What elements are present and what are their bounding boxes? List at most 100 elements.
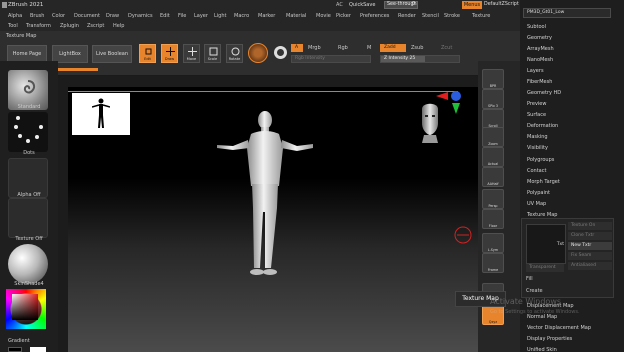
menu-texture[interactable]: Texture (472, 13, 490, 19)
menu-material[interactable]: Material (286, 13, 306, 19)
menu-preferences[interactable]: Preferences (360, 13, 389, 19)
palette-layers[interactable]: Layers (527, 68, 544, 74)
menu-layer[interactable]: Layer (194, 13, 208, 19)
menu-color[interactable]: Color (52, 13, 65, 19)
palette-arraymesh[interactable]: ArrayMesh (527, 46, 554, 52)
main-color-swatch[interactable] (30, 347, 46, 352)
tray-actual-button[interactable]: Actual (482, 147, 504, 167)
menu-help[interactable]: Help (113, 23, 124, 29)
palette-subtool[interactable]: Subtool (527, 24, 546, 30)
palette-contact[interactable]: Contact (527, 168, 546, 174)
transparent-button[interactable]: Transparent (526, 264, 564, 272)
palette-texture-map[interactable]: Texture Map (527, 212, 557, 218)
menu-file[interactable]: File (178, 13, 186, 19)
menu-draw[interactable]: Draw (106, 13, 119, 19)
edit-button[interactable]: Edit (139, 44, 156, 63)
menus-button[interactable]: Menus (462, 1, 482, 9)
zbrush-logo-icon (2, 2, 7, 8)
texture-thumbnail[interactable] (8, 198, 48, 238)
tray-scroll-button[interactable]: Scroll (482, 109, 504, 129)
menu-edit[interactable]: Edit (160, 13, 170, 19)
palette-unified-skin[interactable]: Unified Skin (527, 347, 557, 352)
palette-polygroups[interactable]: Polygroups (527, 157, 554, 163)
palette-vector-displacement-map[interactable]: Vector Displacement Map (527, 325, 591, 331)
new-texture-button[interactable]: New Txtr (568, 242, 612, 250)
draw-button[interactable]: Draw (161, 44, 178, 63)
mrgb-button[interactable]: Mrgb (308, 45, 321, 51)
menu-zscript[interactable]: Zscript (87, 23, 104, 29)
antialiased-button[interactable]: Antialiased (568, 262, 612, 270)
clone-texture-button[interactable]: Clone Txtr (568, 232, 612, 240)
rotate-button[interactable]: Rotate (226, 44, 243, 63)
menu-tool[interactable]: Tool (8, 23, 18, 29)
secondary-color-swatch[interactable] (8, 347, 22, 352)
tray-bpr-button[interactable]: BPR (482, 69, 504, 89)
move-button[interactable]: Move (183, 44, 200, 63)
axis-gizmo[interactable] (434, 88, 464, 118)
current-tool-field[interactable]: PM3D_Gt01_Low (523, 8, 611, 18)
see-through-slider[interactable]: See-through 0 (384, 1, 418, 9)
material-sphere-icon[interactable] (248, 43, 268, 63)
palette-display-properties[interactable]: Display Properties (527, 336, 572, 342)
texture-on-button[interactable]: Texture On (568, 222, 612, 230)
menu-light[interactable]: Light (214, 13, 226, 19)
edit-icon (145, 48, 152, 55)
default-zscript-button[interactable]: DefaultZScript (484, 2, 519, 7)
menu-transform[interactable]: Transform (26, 23, 51, 29)
mrgb-sphere-icon[interactable] (274, 46, 287, 59)
menu-picker[interactable]: Picker (336, 13, 351, 19)
palette-masking[interactable]: Masking (527, 134, 548, 140)
zsub-button[interactable]: Zsub (411, 45, 423, 51)
tray-spix-3-button[interactable]: SPix 3 (482, 89, 504, 109)
menu-render[interactable]: Render (398, 13, 416, 19)
dots-stroke-thumbnail[interactable] (8, 112, 48, 152)
tray-qxyz-button[interactable]: Qxyz (482, 305, 504, 325)
ac-label[interactable]: AC (336, 2, 343, 8)
menu-document[interactable]: Document (74, 13, 100, 19)
tray-frame-button[interactable]: Frame (482, 253, 504, 273)
palette-fibermesh[interactable]: FiberMesh (527, 79, 552, 85)
menu-alpha[interactable]: Alpha (8, 13, 22, 19)
palette-geometry[interactable]: Geometry (527, 35, 552, 41)
tray-persp-button[interactable]: Persp (482, 189, 504, 209)
palette-deformation[interactable]: Deformation (527, 123, 558, 129)
a-button[interactable]: A (291, 44, 303, 52)
menu-macro[interactable]: Macro (234, 13, 249, 19)
tray-floor-button[interactable]: Floor (482, 209, 504, 229)
zcut-button[interactable]: Zcut (441, 45, 452, 51)
palette-uv-map[interactable]: UV Map (527, 201, 546, 207)
rgb-intensity-slider[interactable]: Rgb Intensity (291, 55, 371, 63)
menu-dynamics[interactable]: Dynamics (128, 13, 153, 19)
palette-visibility[interactable]: Visibility (527, 145, 548, 151)
palette-preview[interactable]: Preview (527, 101, 546, 107)
tray-l-sym-button[interactable]: L.Sym (482, 233, 504, 253)
material-thumbnail[interactable] (8, 244, 48, 284)
scale-button[interactable]: Scale (204, 44, 221, 63)
palette-nanomesh[interactable]: NanoMesh (527, 57, 553, 63)
z-intensity-slider[interactable]: Z Intensity 25 (380, 55, 460, 63)
fix-seam-button[interactable]: Fix Seam (568, 252, 612, 260)
menu-brush[interactable]: Brush (30, 13, 44, 19)
live-boolean-button[interactable]: Live Boolean (92, 45, 132, 63)
menu-movie[interactable]: Movie (316, 13, 331, 19)
zadd-button[interactable]: Zadd (380, 44, 406, 52)
z-axis-arrow (452, 103, 460, 114)
rgb-button[interactable]: Rgb (338, 45, 348, 51)
menu-stencil[interactable]: Stencil (422, 13, 439, 19)
palette-morph-target[interactable]: Morph Target (527, 179, 560, 185)
menu-zplugin[interactable]: Zplugin (60, 23, 79, 29)
menu-stroke[interactable]: Stroke (444, 13, 460, 19)
quicksave-button[interactable]: QuickSave (349, 2, 375, 8)
create-button[interactable]: Create (526, 288, 543, 294)
color-saturation-box[interactable] (12, 294, 38, 320)
navigator-thumbnail[interactable] (72, 93, 130, 135)
fill-button[interactable]: Fill (526, 276, 533, 282)
tray-zoom-button[interactable]: Zoom (482, 127, 504, 147)
palette-polypaint[interactable]: Polypaint (527, 190, 550, 196)
palette-geometry-hd[interactable]: Geometry HD (527, 90, 561, 96)
texture-thumbnail-slot[interactable]: Txt (526, 224, 566, 264)
palette-surface[interactable]: Surface (527, 112, 546, 118)
m-button[interactable]: M (367, 45, 371, 51)
menu-marker[interactable]: Marker (258, 13, 275, 19)
tray-aahalf-button[interactable]: AAHalf (482, 167, 504, 187)
